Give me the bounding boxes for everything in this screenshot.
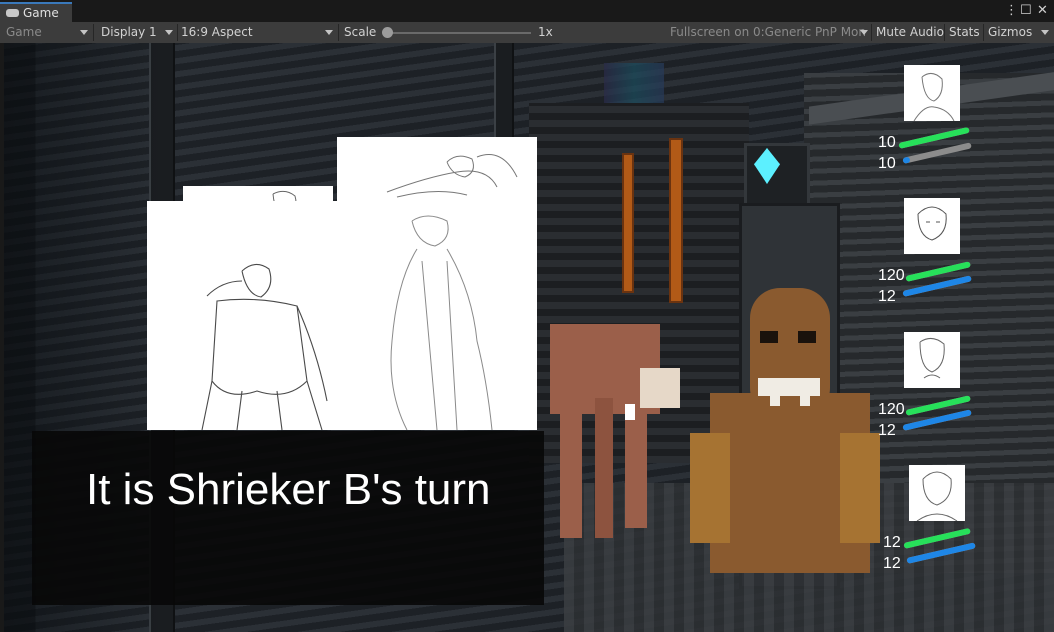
party-4-mp-value: 12 bbox=[883, 555, 901, 572]
display-dropdown[interactable]: Display 1 bbox=[101, 22, 175, 43]
toolbar-divider bbox=[944, 24, 945, 41]
display-value: Display 1 bbox=[101, 25, 157, 39]
party-member-portrait[interactable] bbox=[904, 198, 960, 254]
aspect-dropdown[interactable]: 16:9 Aspect bbox=[181, 22, 335, 43]
game-tab-label: Game bbox=[23, 6, 59, 20]
portrait-sketch bbox=[919, 338, 945, 379]
sketch-illustration bbox=[386, 154, 518, 198]
chevron-down-icon bbox=[165, 30, 173, 35]
toolbar-divider bbox=[177, 24, 178, 41]
lit-window bbox=[669, 138, 683, 303]
party-4-hp-value: 12 bbox=[883, 534, 901, 551]
fullscreen-value: Fullscreen on 0:Generic PnP Mon bbox=[670, 25, 866, 39]
lit-window bbox=[622, 153, 634, 293]
maximize-icon[interactable]: ☐ bbox=[1020, 2, 1032, 20]
chevron-down-icon bbox=[80, 30, 88, 35]
toolbar-divider bbox=[983, 24, 984, 41]
chevron-down-icon bbox=[860, 30, 868, 35]
portrait-sketch bbox=[913, 73, 955, 121]
party-1-hp-value: 10 bbox=[878, 134, 896, 151]
mute-audio-toggle[interactable]: Mute Audio bbox=[876, 22, 944, 43]
kebab-menu-icon[interactable]: ⋮ bbox=[1005, 2, 1018, 20]
party-member-portrait[interactable] bbox=[904, 332, 960, 388]
editor-tab-bar: Game ⋮ ☐ ✕ bbox=[0, 0, 1054, 22]
gizmos-label: Gizmos bbox=[988, 25, 1033, 39]
character-sketch-card bbox=[337, 137, 537, 201]
scale-slider-track[interactable] bbox=[387, 32, 531, 34]
turn-banner-panel bbox=[32, 431, 544, 605]
chevron-down-icon bbox=[325, 30, 333, 35]
gamepad-icon bbox=[6, 8, 19, 17]
scale-slider-handle[interactable] bbox=[382, 27, 393, 38]
party-1-mp-value: 10 bbox=[878, 155, 896, 172]
party-member-portrait[interactable] bbox=[909, 465, 965, 521]
stats-toggle[interactable]: Stats bbox=[949, 22, 980, 43]
gizmos-dropdown[interactable]: Gizmos bbox=[988, 22, 1052, 43]
toolbar-divider bbox=[871, 24, 872, 41]
neon-sign-background bbox=[604, 63, 664, 103]
party-3-mp-value: 12 bbox=[878, 422, 896, 439]
character-sketch-card bbox=[147, 201, 537, 430]
portrait-sketch bbox=[916, 471, 958, 521]
sketch-illustration bbox=[201, 215, 493, 430]
view-mode-value: Game bbox=[6, 25, 42, 39]
toolbar-divider bbox=[338, 24, 339, 41]
chevron-down-icon bbox=[1041, 30, 1049, 35]
aspect-value: 16:9 Aspect bbox=[181, 25, 253, 39]
game-tab[interactable]: Game bbox=[0, 2, 72, 22]
scale-label: Scale bbox=[344, 25, 377, 39]
view-mode-dropdown[interactable]: Game bbox=[6, 22, 90, 43]
party-3-hp-value: 120 bbox=[878, 401, 905, 418]
party-2-mp-value: 12 bbox=[878, 288, 896, 305]
toolbar-divider bbox=[93, 24, 94, 41]
fullscreen-dropdown[interactable]: Fullscreen on 0:Generic PnP Mon bbox=[670, 22, 868, 43]
shrieker-b-creature[interactable] bbox=[690, 283, 885, 573]
portrait-sketch bbox=[917, 206, 947, 241]
scale-value: 1x bbox=[538, 25, 553, 39]
party-member-portrait[interactable] bbox=[904, 65, 960, 121]
party-2-hp-value: 120 bbox=[878, 267, 905, 284]
shrieker-a-creature[interactable] bbox=[540, 318, 690, 540]
close-icon[interactable]: ✕ bbox=[1037, 2, 1048, 20]
turn-banner-text: It is Shrieker B's turn bbox=[86, 465, 491, 514]
